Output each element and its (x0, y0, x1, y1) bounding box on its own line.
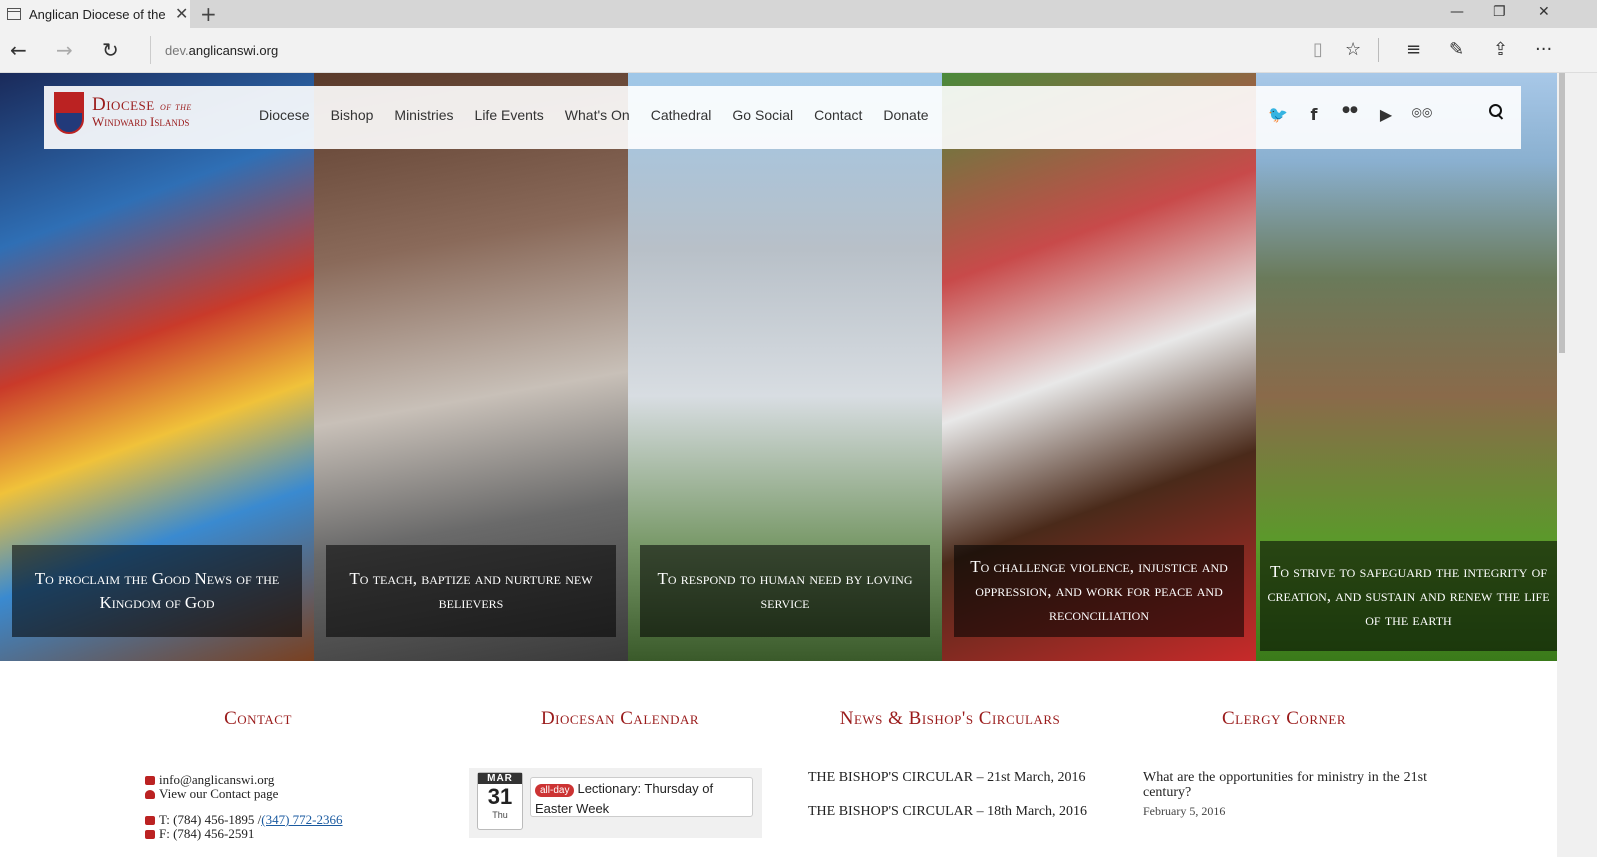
menu-item-life-events[interactable]: Life Events (475, 107, 544, 123)
social-links: 🐦 f ●● ▶ ◎◎ (1266, 105, 1446, 125)
page-viewport: To proclaim the Good News of the Kingdom… (0, 73, 1557, 857)
news-list: THE BISHOP'S CIRCULAR – 21st March, 2016… (808, 770, 1092, 838)
refresh-button[interactable]: ↻ (102, 38, 119, 62)
hero-panel-bell[interactable]: To teach, baptize and nurture new believ… (314, 73, 628, 661)
address-bar[interactable]: dev. anglicanswi.org (150, 36, 1285, 64)
url-domain: anglicanswi.org (188, 42, 279, 58)
new-tab-button[interactable]: + (200, 2, 217, 26)
contact-phone: T: (784) 456-1895 / (159, 812, 262, 827)
reading-view-icon[interactable]: ▯ (1313, 39, 1323, 60)
tab-bar: Anglican Diocese of the ✕ + — ❐ ✕ (0, 0, 1597, 28)
news-item[interactable]: THE BISHOP'S CIRCULAR – 21st March, 2016 (808, 770, 1092, 786)
menu-item-bishop[interactable]: Bishop (331, 107, 374, 123)
page-icon (7, 8, 21, 20)
favorite-star-icon[interactable]: ☆ (1345, 39, 1361, 60)
menu-item-diocese[interactable]: Diocese (259, 107, 310, 123)
news-item[interactable]: THE BISHOP'S CIRCULAR – 18th March, 2016 (808, 804, 1092, 820)
news-column: News & Bishop's Circulars (800, 708, 1100, 730)
calendar-widget: MAR 31 Thu all-day Lectionary: Thursday o… (469, 768, 762, 838)
hero-panel-stained-glass[interactable]: To proclaim the Good News of the Kingdom… (0, 73, 314, 661)
news-heading: News & Bishop's Circulars (839, 708, 1061, 729)
contact-fax: F: (784) 456-2591 (159, 826, 255, 841)
crest-icon (54, 92, 84, 134)
share-icon[interactable]: ⇪ (1493, 39, 1508, 60)
clergy-post-title[interactable]: What are the opportunities for ministry … (1143, 770, 1427, 800)
phone-icon (145, 815, 155, 825)
forward-button[interactable]: → (56, 38, 73, 62)
close-tab-icon[interactable]: ✕ (175, 4, 188, 24)
hero-panel-bishop[interactable]: To challenge violence, injustice and opp… (942, 73, 1256, 661)
hero-panel-cathedral-tower[interactable]: To respond to human need by loving servi… (628, 73, 942, 661)
back-button[interactable]: ← (10, 38, 27, 62)
hero-panel-church[interactable]: To strive to safeguard the integrity of … (1256, 73, 1557, 661)
logo-line1: Diocese (92, 93, 155, 115)
scrollbar-thumb[interactable] (1559, 73, 1565, 353)
contact-page-link[interactable]: View our Contact page (159, 787, 278, 801)
clergy-post-date: February 5, 2016 (1143, 804, 1226, 818)
hero-caption: To proclaim the Good News of the Kingdom… (12, 545, 302, 637)
clergy-column: Clergy Corner (1134, 708, 1434, 730)
hero-caption: To teach, baptize and nurture new believ… (326, 545, 616, 637)
minimize-button[interactable]: — (1450, 4, 1464, 20)
more-icon[interactable]: ··· (1535, 39, 1552, 60)
tripadvisor-icon[interactable]: ◎◎ (1410, 105, 1434, 125)
site-header: Diocese of the Windward Islands Diocese … (44, 86, 1521, 149)
menu-item-ministries[interactable]: Ministries (394, 107, 453, 123)
calendar-day: 31 (487, 784, 513, 809)
calendar-column: Diocesan Calendar (470, 708, 770, 730)
phone-link[interactable]: (347) 772-2366 (261, 813, 342, 827)
browser-toolbar: ← → ↻ dev. anglicanswi.org ▯ ☆ ≡ ✎ ⇪ ··· (0, 28, 1597, 73)
web-note-icon[interactable]: ✎ (1449, 39, 1464, 60)
clergy-post: What are the opportunities for ministry … (1143, 770, 1427, 819)
calendar-event[interactable]: all-day Lectionary: Thursday of Easter We… (530, 777, 753, 817)
youtube-icon[interactable]: ▶ (1374, 105, 1398, 125)
facebook-icon[interactable]: f (1302, 105, 1326, 125)
hub-icon[interactable]: ≡ (1406, 39, 1421, 60)
person-icon (145, 789, 155, 799)
vertical-scrollbar[interactable] (1557, 73, 1597, 857)
url-prefix: dev. (165, 42, 189, 58)
restore-button[interactable]: ❐ (1493, 4, 1506, 20)
logo-line2: Windward Islands (92, 113, 190, 129)
search-icon[interactable] (1488, 103, 1506, 121)
flickr-icon[interactable]: ●● (1338, 105, 1362, 125)
calendar-month: MAR (478, 773, 522, 784)
twitter-icon[interactable]: 🐦 (1266, 105, 1290, 125)
menu-item-donate[interactable]: Donate (883, 107, 928, 123)
all-day-badge: all-day (535, 784, 575, 797)
calendar-heading: Diocesan Calendar (540, 708, 700, 729)
calendar-date: MAR 31 Thu (477, 772, 523, 830)
contact-email[interactable]: info@anglicanswi.org (159, 773, 274, 787)
menu-item-cathedral[interactable]: Cathedral (651, 107, 712, 123)
contact-info: info@anglicanswi.org View our Contact pa… (145, 773, 343, 841)
contact-heading: Contact (224, 708, 292, 729)
calendar-weekday: Thu (492, 810, 508, 820)
toolbar-divider (1378, 38, 1379, 62)
tab-title: Anglican Diocese of the (29, 6, 166, 22)
hero-caption: To respond to human need by loving servi… (640, 545, 930, 637)
hero-caption: To challenge violence, injustice and opp… (954, 545, 1244, 637)
close-window-button[interactable]: ✕ (1538, 4, 1550, 20)
hero-panels: To proclaim the Good News of the Kingdom… (0, 73, 1557, 661)
site-logo[interactable]: Diocese of the Windward Islands (54, 92, 192, 134)
hero-caption: To strive to safeguard the integrity of … (1260, 541, 1557, 651)
menu-item-contact[interactable]: Contact (814, 107, 862, 123)
menu-item-go-social[interactable]: Go Social (732, 107, 793, 123)
contact-column: Contact (158, 708, 358, 730)
menu-item-whats-on[interactable]: What's On (565, 107, 630, 123)
browser-tab[interactable]: Anglican Diocese of the ✕ (0, 0, 190, 28)
clergy-heading: Clergy Corner (1222, 708, 1346, 729)
email-icon (145, 775, 155, 785)
main-menu: Diocese Bishop Ministries Life Events Wh… (259, 107, 950, 123)
logo-of: of the (159, 98, 192, 113)
fax-icon (145, 829, 155, 839)
